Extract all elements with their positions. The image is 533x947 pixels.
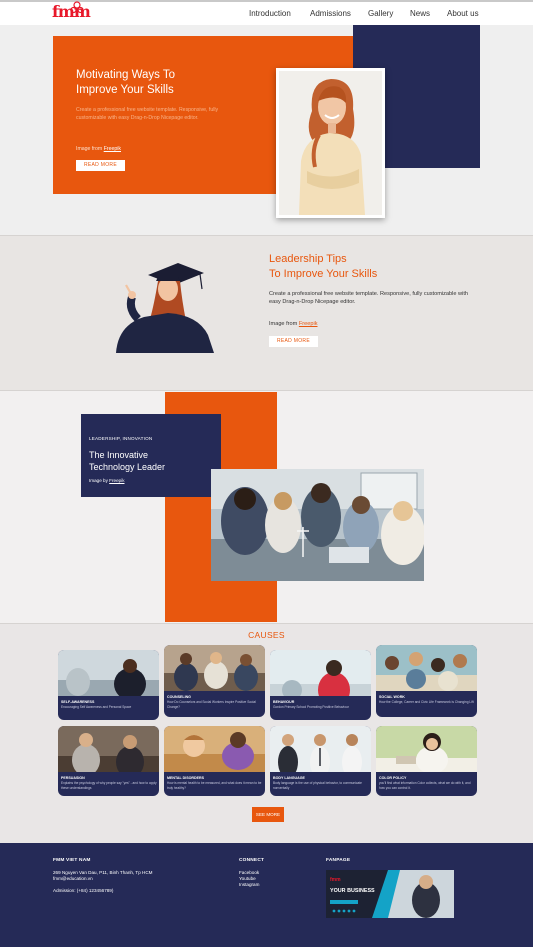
innovation-credit-link[interactable]: Freepik xyxy=(109,478,124,483)
hero-photo-woman xyxy=(276,68,385,218)
classroom-robotics-image xyxy=(211,469,424,581)
classroom-photo xyxy=(211,469,424,581)
leadership-description: Create a professional free website templ… xyxy=(269,291,468,305)
nav-admissions[interactable]: Admissions xyxy=(310,9,351,18)
innovation-kicker: LEADERSHIP, INNOVATION xyxy=(89,436,153,441)
svg-text:fmm: fmm xyxy=(330,877,341,883)
hero-read-more-button[interactable]: READ MORE xyxy=(76,160,125,171)
hero-credit-link[interactable]: Freepik xyxy=(104,146,121,152)
cause-card[interactable]: BEHAVIOUR Gordon Primary School Promotin… xyxy=(270,650,371,720)
footer-connect-title: CONNECT xyxy=(239,858,265,863)
nav-news[interactable]: News xyxy=(410,9,430,18)
hero-credit: Image from Freepik xyxy=(76,146,121,152)
leadership-read-more-button[interactable]: READ MORE xyxy=(269,336,318,347)
hero-description: Create a professional free website templ… xyxy=(76,107,219,121)
cause-card[interactable]: COUNSELING How Do Counselors and Social … xyxy=(164,645,265,717)
innovation-title: The Innovative Technology Leader xyxy=(89,450,166,472)
cause-card[interactable]: SOCIAL WORK How the College, Career and … xyxy=(376,645,477,717)
cause-card[interactable]: SELF-AWARENESS Encouraging Self Awarenes… xyxy=(58,650,159,720)
cause-card[interactable]: COLOR POLICY you'll find what informatio… xyxy=(376,726,477,796)
nav-introduction[interactable]: Introduction xyxy=(249,9,291,18)
causes-title: CAUSES xyxy=(248,630,285,640)
footer-link-instagram[interactable]: Instagram xyxy=(239,882,259,888)
graduate-woman-image xyxy=(116,263,214,353)
fanpage-banner-image: fmm xyxy=(326,870,454,918)
cause-image-behaviour xyxy=(270,650,371,696)
cause-image-mental-disorders xyxy=(164,726,265,772)
leadership-credit-link[interactable]: Freepik xyxy=(299,321,318,327)
cause-image-social-work xyxy=(376,645,477,691)
footer-fanpage-title: FANPAGE xyxy=(326,858,351,863)
logo-bubbles-icon xyxy=(70,1,84,14)
smiling-woman-image xyxy=(279,71,382,215)
logo[interactable]: fmm xyxy=(52,1,91,24)
footer-org-name: FMM VIET NAM xyxy=(53,858,91,863)
cause-card[interactable]: MENTAL DISORDERS How is mental health to… xyxy=(164,726,265,796)
cause-card[interactable]: BODY LANGUAGE Body language is the use o… xyxy=(270,726,371,796)
cause-image-body-language xyxy=(270,726,371,772)
leadership-credit: Image from Freepik xyxy=(269,321,318,327)
leadership-title: Leadership Tips To Improve Your Skills xyxy=(269,253,378,280)
cause-card[interactable]: PERSUASION Explains the psychology of wh… xyxy=(58,726,159,796)
fanpage-banner-title: YOUR BUSINESS xyxy=(330,888,375,894)
see-more-button[interactable]: SEE MORE xyxy=(252,807,284,822)
nav-gallery[interactable]: Gallery xyxy=(368,9,393,18)
hero-title: Motivating Ways To Improve Your Skills xyxy=(76,69,176,96)
cause-image-color-policy xyxy=(376,726,477,772)
footer-admission-phone: Admission: (+84) 123456789) xyxy=(53,888,114,893)
cause-image-counseling xyxy=(164,645,265,691)
footer-email[interactable]: fmm@education.vn xyxy=(53,876,93,882)
cause-image-persuasion xyxy=(58,726,159,772)
nav-about-us[interactable]: About us xyxy=(447,9,479,18)
cause-image-self-awareness xyxy=(58,650,159,696)
fanpage-banner[interactable]: fmm YOUR BUSINESS xyxy=(326,870,454,918)
innovation-credit: Image by Freepik xyxy=(89,478,125,483)
